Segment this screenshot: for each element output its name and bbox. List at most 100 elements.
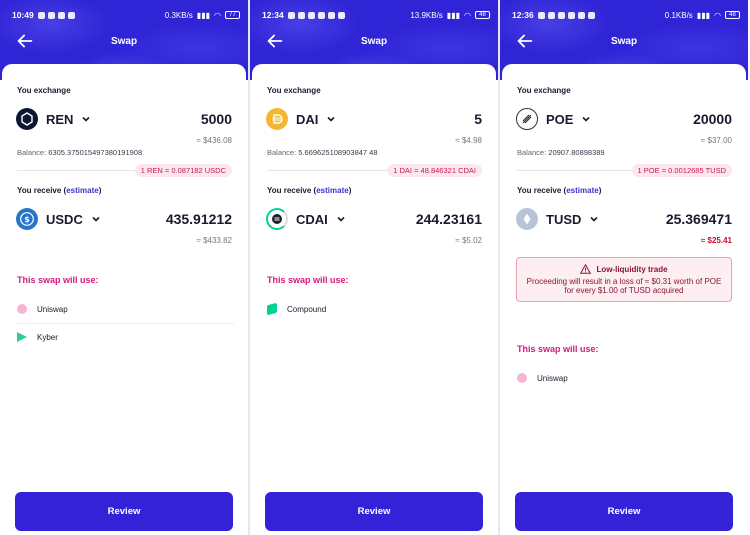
- receive-label-post: ): [348, 186, 352, 195]
- back-arrow-icon[interactable]: [514, 30, 536, 52]
- to-token-selector[interactable]: CDAI: [266, 208, 346, 230]
- balance-value: 20907.80898389: [548, 148, 605, 157]
- review-button[interactable]: Review: [515, 492, 733, 531]
- rate-badge: 1 POE = 0.0012685 TUSD: [631, 164, 732, 177]
- uniswap-icon: [17, 304, 27, 314]
- back-arrow-icon[interactable]: [14, 30, 36, 52]
- from-amount-input[interactable]: 20000: [693, 111, 732, 127]
- to-usd-value: ≈ $25.41: [700, 236, 732, 245]
- source-label: Compound: [287, 304, 327, 314]
- receive-label: You receive (estimate): [267, 186, 351, 195]
- low-liquidity-warning: Low-liquidity trade Proceeding will resu…: [516, 257, 732, 302]
- signal-icon: ▮▮▮: [696, 10, 711, 20]
- notification-icons: [287, 11, 345, 19]
- svg-text:$: $: [24, 215, 30, 224]
- phone-screen-1: 10:49 0.3KB/s ▮▮▮ ◠ 77 Swap You exchange…: [0, 0, 248, 535]
- source-item: Uniswap: [517, 373, 568, 383]
- status-bar: 10:49 0.3KB/s ▮▮▮ ◠ 77: [12, 8, 240, 22]
- poe-icon: [516, 108, 538, 130]
- estimate-link[interactable]: estimate: [66, 186, 98, 195]
- wifi-icon: ◠: [464, 10, 471, 20]
- balance-text: Balance: 6305.375015497380191908: [17, 148, 142, 157]
- nav-bar: Swap: [250, 28, 498, 54]
- rate-badge: 1 DAI = 48.846321 CDAI: [387, 164, 482, 177]
- estimate-link[interactable]: estimate: [316, 186, 348, 195]
- network-speed: 0.1KB/s: [664, 10, 693, 20]
- balance-text: Balance: 5.669625108903847 48: [267, 148, 378, 157]
- from-token-selector[interactable]: REN: [16, 108, 91, 130]
- receive-label: You receive (estimate): [17, 186, 101, 195]
- receive-label: You receive (estimate): [517, 186, 601, 195]
- exchange-label: You exchange: [267, 86, 321, 95]
- chevron-down-icon: [582, 116, 591, 122]
- from-token-name: POE: [546, 111, 574, 127]
- network-speed: 0.3KB/s: [164, 10, 193, 20]
- source-item: Compound: [267, 302, 327, 316]
- from-usd-value: ≈ $37.00: [700, 136, 732, 145]
- review-button[interactable]: Review: [265, 492, 483, 531]
- phone-screen-2: 12:34 13.9KB/s ▮▮▮ ◠ 48 Swap You exchang…: [250, 0, 498, 535]
- wifi-icon: ◠: [714, 10, 721, 20]
- status-right: 0.3KB/s ▮▮▮ ◠ 77: [165, 11, 240, 20]
- cdai-icon: [266, 208, 288, 230]
- estimate-link[interactable]: estimate: [566, 186, 598, 195]
- from-usd-value: ≈ $436.08: [196, 136, 232, 145]
- uniswap-icon: [517, 373, 527, 383]
- balance-label: Balance:: [17, 148, 47, 157]
- compound-icon: [267, 302, 277, 316]
- to-token-name: CDAI: [296, 211, 328, 227]
- warning-title: Low-liquidity trade: [596, 264, 668, 274]
- chevron-down-icon: [82, 116, 91, 122]
- uses-title: This swap will use:: [267, 275, 349, 285]
- status-right: 0.1KB/s ▮▮▮ ◠ 48: [665, 11, 740, 20]
- swap-sheet: You exchange DAI 5 ≈ $4.98 Balance: 5.66…: [252, 64, 496, 535]
- source-item: Uniswap: [17, 304, 68, 314]
- from-token-selector[interactable]: DAI: [266, 108, 336, 130]
- to-token-name: USDC: [46, 211, 83, 227]
- status-time: 12:34: [262, 10, 284, 20]
- battery-icon: 48: [725, 11, 740, 19]
- from-amount-input[interactable]: 5: [474, 111, 482, 127]
- uses-title: This swap will use:: [17, 275, 99, 285]
- battery-icon: 48: [475, 11, 490, 19]
- to-usd-value: ≈ $5.02: [455, 236, 482, 245]
- notification-icons: [537, 11, 595, 19]
- status-bar: 12:34 13.9KB/s ▮▮▮ ◠ 48: [262, 8, 490, 22]
- status-time: 10:49: [12, 10, 34, 20]
- to-token-selector[interactable]: $ USDC: [16, 208, 101, 230]
- balance-value: 5.669625108903847 48: [298, 148, 378, 157]
- chevron-down-icon: [590, 216, 598, 222]
- notification-icons: [37, 11, 75, 19]
- from-token-selector[interactable]: POE: [516, 108, 591, 130]
- page-title: Swap: [610, 35, 638, 47]
- wifi-icon: ◠: [214, 10, 221, 20]
- to-amount: 244.23161: [415, 211, 482, 227]
- nav-bar: Swap: [500, 28, 748, 54]
- balance-value: 6305.375015497380191908: [48, 148, 143, 157]
- chevron-down-icon: [92, 216, 100, 222]
- receive-label-pre: You receive (: [517, 186, 567, 195]
- from-amount-input[interactable]: 5000: [201, 111, 232, 127]
- to-usd-value: ≈ $433.82: [196, 236, 232, 245]
- ren-icon: [16, 108, 38, 130]
- from-usd-value: ≈ $4.98: [455, 136, 482, 145]
- chevron-down-icon: [337, 216, 345, 222]
- network-speed: 13.9KB/s: [410, 10, 443, 20]
- signal-icon: ▮▮▮: [196, 10, 211, 20]
- receive-label-post: ): [98, 186, 102, 195]
- review-button[interactable]: Review: [15, 492, 233, 531]
- swap-sheet: You exchange POE 20000 ≈ $37.00 Balance:…: [502, 64, 746, 535]
- warning-title-row: Low-liquidity trade: [525, 264, 723, 274]
- signal-icon: ▮▮▮: [446, 10, 461, 20]
- warning-icon: [580, 264, 592, 274]
- back-arrow-icon[interactable]: [264, 30, 286, 52]
- to-token-selector[interactable]: TUSD: [516, 208, 599, 230]
- to-amount: 25.369471: [665, 211, 732, 227]
- to-token-name: TUSD: [546, 211, 582, 227]
- usdc-icon: $: [16, 208, 38, 230]
- nav-bar: Swap: [0, 28, 248, 54]
- source-label: Uniswap: [537, 373, 568, 383]
- phone-screen-3: 12:36 0.1KB/s ▮▮▮ ◠ 48 Swap You exchange…: [500, 0, 748, 535]
- exchange-label: You exchange: [517, 86, 571, 95]
- source-label: Uniswap: [37, 304, 68, 314]
